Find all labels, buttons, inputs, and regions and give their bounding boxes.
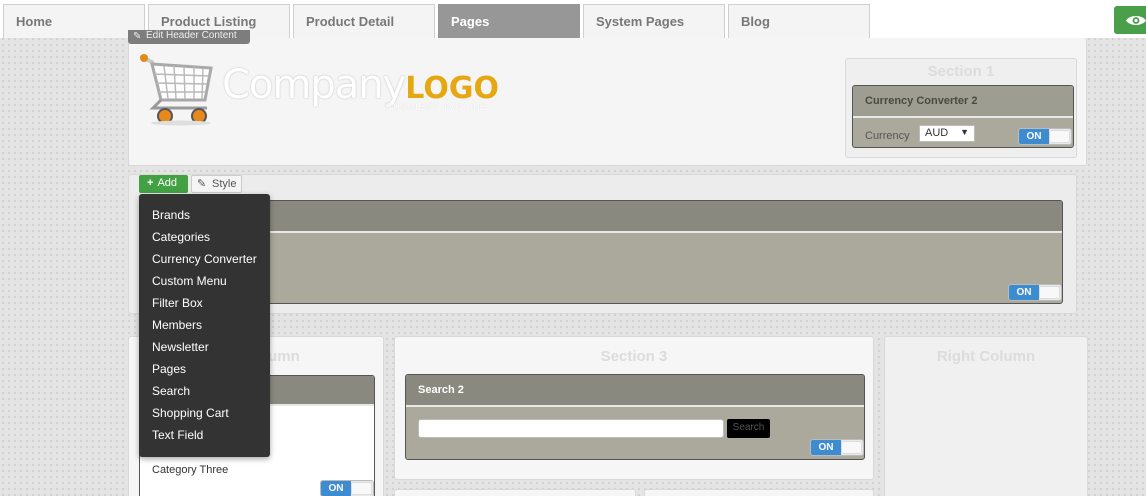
toggle-knob [841,441,862,454]
preview-button[interactable] [1114,6,1146,34]
menu-item-brands[interactable]: Brands [139,204,270,226]
menu-item-filter-box[interactable]: Filter Box [139,292,270,314]
menu-item-custom-menu[interactable]: Custom Menu [139,270,270,292]
section-3-title: Section 3 [600,348,668,365]
top-section-panel: ON [128,174,1077,314]
right-column-panel: Right Column [884,336,1088,496]
eye-icon [1126,16,1146,25]
top-section-widget[interactable]: ON [139,200,1063,304]
menu-item-currency-converter[interactable]: Currency Converter [139,248,270,270]
toggle-knob [351,482,372,495]
widget-toggle[interactable]: ON [1008,284,1062,301]
section-1-panel: Section 1 Currency Converter 2 Currency … [845,58,1077,158]
section-3-panel: Section 3 Search 2 ON [394,336,874,480]
tab-system-pages[interactable]: System Pages [583,4,725,38]
widget-header [140,201,1062,233]
currency-select[interactable]: AUD ▼ [919,125,975,142]
widget-title: Search 2 [406,375,864,407]
widget-toggle[interactable]: ON [320,480,374,496]
edit-header-content-button[interactable]: ✎ Edit Header Content [128,30,250,44]
menu-item-members[interactable]: Members [139,314,270,336]
menu-item-text-field[interactable]: Text Field [139,424,270,446]
currency-value: AUD [925,127,949,139]
section-panel [644,489,874,496]
add-button-label: Add [157,177,178,189]
toggle-on-label: ON [811,440,841,455]
currency-label: Currency [865,130,910,142]
logo-accent-text: LOGO [405,71,499,106]
menu-item-pages[interactable]: Pages [139,358,270,380]
tab-pages[interactable]: Pages [438,4,580,38]
edit-header-label: Edit Header Content [146,30,237,41]
tab-home[interactable]: Home [3,4,145,38]
tab-product-detail[interactable]: Product Detail [293,4,435,38]
search-input[interactable] [418,419,724,438]
search-widget[interactable]: Search 2 ON [405,374,865,460]
widget-toggle[interactable]: ON [1018,128,1072,145]
toggle-on-label: ON [321,481,351,496]
toggle-knob [1039,286,1060,299]
plus-icon: + [147,177,154,189]
currency-converter-widget[interactable]: Currency Converter 2 Currency AUD ▼ ON [852,85,1074,148]
toggle-on-label: ON [1009,285,1039,300]
pencil-icon: ✎ [133,31,142,42]
section-panel [394,489,636,496]
section-1-title: Section 1 [927,63,995,80]
style-button[interactable]: ✎ Style [191,175,242,193]
toggle-on-label: ON [1019,129,1049,144]
add-widget-button[interactable]: + Add [139,175,188,193]
dropdown-arrow-icon: ▼ [960,127,969,137]
widget-toggle[interactable]: ON [810,439,864,456]
menu-item-shopping-cart[interactable]: Shopping Cart [139,402,270,424]
pencil-icon: ✎ [197,178,207,190]
category-item[interactable]: Category Three [152,464,228,476]
shopping-cart-logo-icon [140,54,213,126]
menu-item-newsletter[interactable]: Newsletter [139,336,270,358]
menu-item-categories[interactable]: Categories [139,226,270,248]
logo-tagline: BUSINESS TAGLINE [386,102,488,112]
toggle-knob [1049,130,1070,143]
widget-title: Currency Converter 2 [853,86,1073,118]
tab-blog[interactable]: Blog [728,4,870,38]
search-button[interactable]: Search [727,419,770,438]
logo-company-text: Company [222,62,406,108]
right-column-title: Right Column [936,348,1036,365]
menu-item-search[interactable]: Search [139,380,270,402]
add-widget-menu: Brands Categories Currency Converter Cus… [139,194,270,457]
style-button-label: Style [212,178,237,190]
